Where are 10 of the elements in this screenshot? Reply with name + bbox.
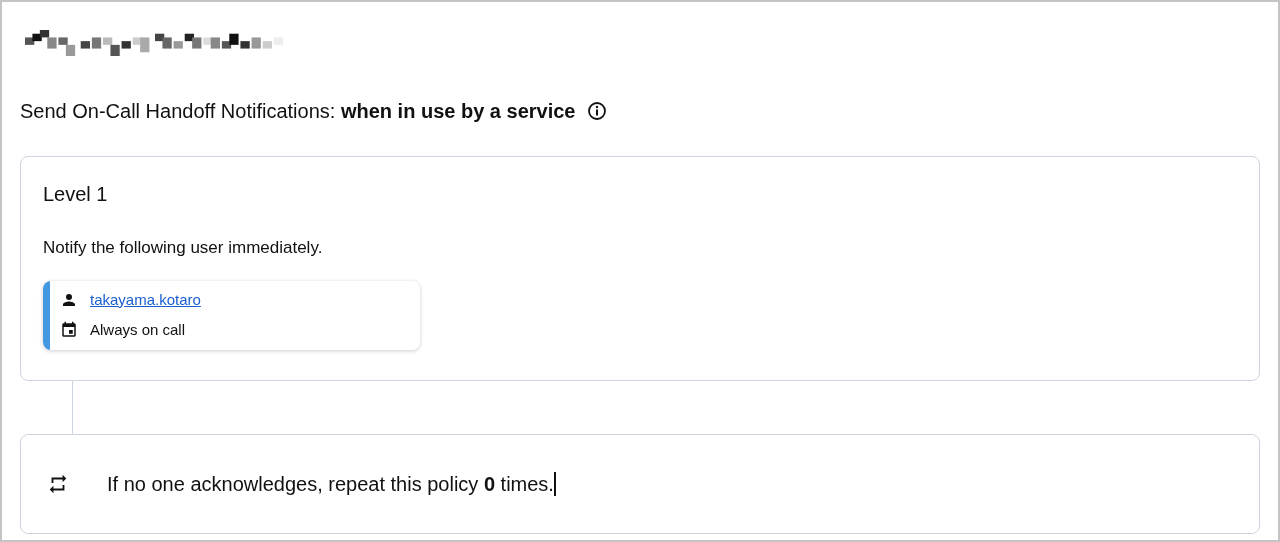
repeat-policy-text: If no one acknowledges, repeat this policy 0 times.	[107, 472, 554, 497]
handoff-notification-setting: Send On-Call Handoff Notifications: when in use by a service	[20, 99, 576, 124]
user-link[interactable]: takayama.kotaro	[90, 288, 201, 311]
calendar-icon	[60, 321, 78, 340]
text-cursor	[553, 472, 556, 496]
schedule-label: Always on call	[90, 320, 186, 340]
repeat-icon	[47, 473, 69, 495]
info-icon[interactable]	[587, 101, 608, 121]
level-description: Notify the following user immediately.	[43, 237, 324, 259]
level-title: Level 1	[43, 182, 109, 207]
